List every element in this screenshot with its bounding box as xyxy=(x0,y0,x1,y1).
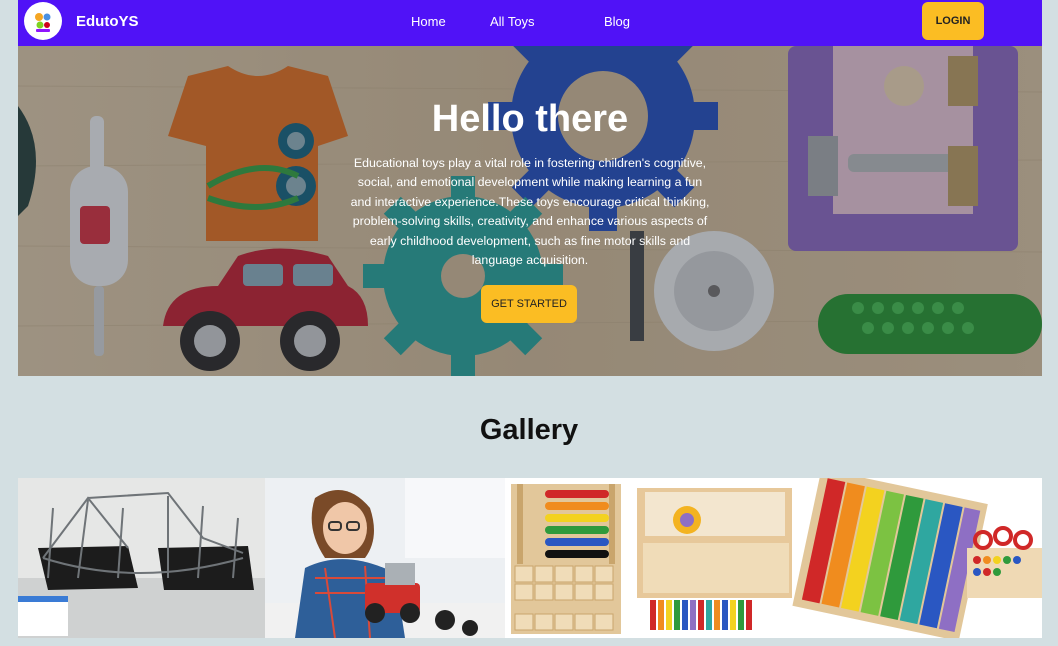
gallery-title: Gallery xyxy=(479,414,579,446)
gallery xyxy=(18,478,1042,638)
gallery-image-girl-robot[interactable] xyxy=(265,478,505,638)
nav-link-all-toys[interactable]: All Toys xyxy=(490,14,535,29)
brand-name[interactable]: EdutoYS xyxy=(76,13,139,30)
login-button[interactable]: LOGIN xyxy=(922,2,984,40)
hero-description: Educational toys play a vital role in fo… xyxy=(350,156,710,268)
hero-title: Hello there xyxy=(431,98,629,140)
get-started-button[interactable]: GET STARTED xyxy=(481,285,577,323)
gallery-image-math-toys[interactable] xyxy=(505,478,1042,638)
hero-banner: Hello there Educational toys play a vita… xyxy=(18,46,1042,376)
brand-logo[interactable] xyxy=(24,2,62,40)
nav-link-blog[interactable]: Blog xyxy=(604,14,630,29)
gallery-image-bridge-kit[interactable] xyxy=(18,478,265,638)
navbar: EdutoYS Home All Toys Blog LOGIN xyxy=(18,0,1042,46)
nav-link-home[interactable]: Home xyxy=(411,14,446,29)
